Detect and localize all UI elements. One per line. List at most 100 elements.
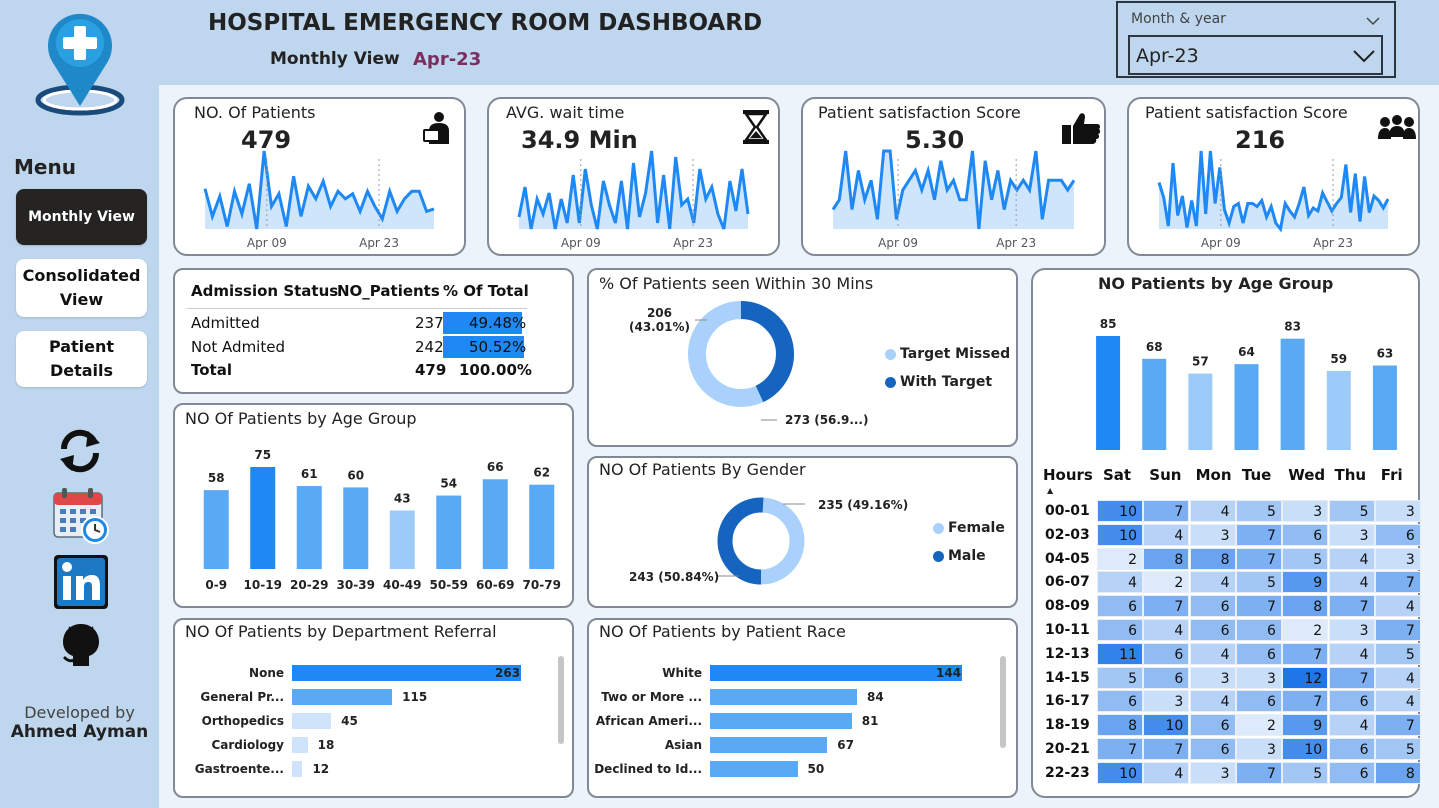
heatmap-cell[interactable]: 3: [1189, 666, 1236, 689]
bar[interactable]: [710, 737, 828, 753]
heatmap-cell[interactable]: 10: [1097, 761, 1143, 784]
heatmap-cell[interactable]: 7: [1143, 500, 1190, 522]
bar[interactable]: [292, 665, 521, 681]
bar[interactable]: [710, 689, 857, 705]
heatmap-cell[interactable]: 11: [1097, 642, 1143, 665]
heatmap-cell[interactable]: 6: [1189, 714, 1236, 737]
kpi-card-patients[interactable]: NO. Of Patients 479 Apr 09 Apr 23: [173, 97, 466, 256]
table-header-pct[interactable]: % Of Total: [443, 282, 529, 300]
heatmap-cell[interactable]: 6: [1328, 738, 1375, 760]
heatmap-cell[interactable]: 3: [1235, 738, 1282, 760]
heatmap-cell[interactable]: 10: [1282, 738, 1329, 760]
heatmap-cell[interactable]: 7: [1374, 714, 1421, 737]
heatmap-cell[interactable]: 9: [1282, 571, 1329, 594]
heatmap-cell[interactable]: 2: [1235, 714, 1282, 737]
heatmap-cell[interactable]: 5: [1374, 642, 1421, 665]
heatmap-cell[interactable]: 5: [1374, 738, 1421, 760]
heatmap-cell[interactable]: 7: [1235, 761, 1282, 784]
table-header-status[interactable]: Admission Status: [191, 282, 338, 300]
heatmap-cell[interactable]: 3: [1189, 523, 1236, 546]
table-header-count[interactable]: NO_Patients: [337, 282, 440, 300]
heatmap-cell[interactable]: 4: [1328, 714, 1375, 737]
heatmap-cell[interactable]: 6: [1189, 738, 1236, 760]
heatmap-cell[interactable]: 9: [1282, 714, 1329, 737]
heatmap-cell[interactable]: 7: [1235, 523, 1282, 546]
calendar-icon[interactable]: [52, 487, 110, 545]
heatmap-cell[interactable]: 4: [1143, 619, 1190, 641]
heatmap-cell[interactable]: 6: [1097, 595, 1143, 618]
sort-arrow-icon[interactable]: ▲: [1047, 486, 1053, 495]
heatmap-cell[interactable]: 10: [1097, 500, 1143, 522]
heatmap-cell[interactable]: 2: [1097, 547, 1143, 570]
heatmap-day-header[interactable]: Sun: [1149, 466, 1181, 484]
heatmap-cell[interactable]: 8: [1143, 547, 1190, 570]
heatmap-cell[interactable]: 4: [1328, 642, 1375, 665]
heatmap-cell[interactable]: 7: [1143, 738, 1190, 760]
heatmap-cell[interactable]: 7: [1235, 595, 1282, 618]
linkedin-icon[interactable]: [53, 554, 109, 610]
heatmap-cell[interactable]: 3: [1189, 761, 1236, 784]
kpi-card-wait-time[interactable]: AVG. wait time 34.9 Min Apr 09 Apr 23: [487, 97, 780, 256]
table-row[interactable]: Admitted 237 49.48%: [191, 312, 571, 336]
heatmap-cell[interactable]: 3: [1374, 500, 1421, 522]
heatmap-cell[interactable]: 4: [1143, 761, 1190, 784]
heatmap-cell[interactable]: 4: [1328, 547, 1375, 570]
slicer-dropdown[interactable]: Apr-23: [1128, 35, 1383, 75]
heatmap-cell[interactable]: 4: [1189, 571, 1236, 594]
heatmap-day-header[interactable]: Tue: [1242, 466, 1271, 484]
scrollbar[interactable]: [1000, 656, 1006, 748]
heatmap-cell[interactable]: 6: [1328, 690, 1375, 713]
heatmap-cell[interactable]: 7: [1328, 666, 1375, 689]
bar[interactable]: [710, 713, 852, 729]
heatmap-cell[interactable]: 3: [1374, 547, 1421, 570]
heatmap-cell[interactable]: 3: [1328, 523, 1375, 546]
heatmap-cell[interactable]: 10: [1097, 523, 1143, 546]
heatmap-cell[interactable]: 6: [1097, 690, 1143, 713]
heatmap-cell[interactable]: 6: [1143, 666, 1190, 689]
heatmap-cell[interactable]: 8: [1097, 714, 1143, 737]
heatmap-cell[interactable]: 7: [1374, 619, 1421, 641]
heatmap-cell[interactable]: 7: [1143, 595, 1190, 618]
heatmap-cell[interactable]: 4: [1374, 690, 1421, 713]
heatmap-cell[interactable]: 4: [1189, 690, 1236, 713]
heatmap-hours-header[interactable]: Hours: [1043, 466, 1093, 484]
heatmap-cell[interactable]: 4: [1374, 666, 1421, 689]
heatmap-cell[interactable]: 6: [1235, 619, 1282, 641]
heatmap-cell[interactable]: 8: [1189, 547, 1236, 570]
menu-patient-details-button[interactable]: Patient Details: [16, 331, 147, 387]
bar[interactable]: [292, 689, 393, 705]
heatmap-cell[interactable]: 3: [1328, 619, 1375, 641]
heatmap-cell[interactable]: 4: [1097, 571, 1143, 594]
bar[interactable]: [710, 665, 962, 681]
legend-male[interactable]: Male: [933, 548, 986, 564]
bar[interactable]: [292, 737, 308, 753]
heatmap-cell[interactable]: 12: [1282, 666, 1329, 689]
scrollbar[interactable]: [558, 656, 564, 744]
github-icon[interactable]: [60, 622, 102, 668]
heatmap-cell[interactable]: 10: [1143, 714, 1190, 737]
heatmap-cell[interactable]: 6: [1282, 523, 1329, 546]
bar[interactable]: [292, 761, 303, 777]
heatmap-day-header[interactable]: Sat: [1103, 466, 1131, 484]
heatmap-cell[interactable]: 3: [1235, 666, 1282, 689]
heatmap-cell[interactable]: 4: [1374, 595, 1421, 618]
heatmap-cell[interactable]: 7: [1282, 642, 1329, 665]
heatmap-cell[interactable]: 4: [1189, 642, 1236, 665]
refresh-icon[interactable]: [56, 427, 104, 475]
heatmap-cell[interactable]: 6: [1328, 761, 1375, 784]
heatmap-cell[interactable]: 3: [1282, 500, 1329, 522]
heatmap-cell[interactable]: 8: [1374, 761, 1421, 784]
heatmap-day-header[interactable]: Fri: [1381, 466, 1403, 484]
heatmap-cell[interactable]: 8: [1282, 595, 1329, 618]
kpi-card-satisfaction[interactable]: Patient satisfaction Score 5.30 Apr 09 Ap…: [801, 97, 1106, 256]
heatmap-cell[interactable]: 7: [1282, 690, 1329, 713]
heatmap-day-header[interactable]: Thu: [1335, 466, 1367, 484]
heatmap-cell[interactable]: 6: [1097, 619, 1143, 641]
heatmap-cell[interactable]: 6: [1189, 595, 1236, 618]
heatmap-cell[interactable]: 7: [1235, 547, 1282, 570]
menu-consolidated-view-button[interactable]: Consolidated View: [16, 259, 147, 317]
legend-female[interactable]: Female: [933, 520, 1005, 536]
legend-with-target[interactable]: With Target: [885, 374, 992, 390]
heatmap-cell[interactable]: 6: [1235, 690, 1282, 713]
heatmap-cell[interactable]: 5: [1235, 500, 1282, 522]
